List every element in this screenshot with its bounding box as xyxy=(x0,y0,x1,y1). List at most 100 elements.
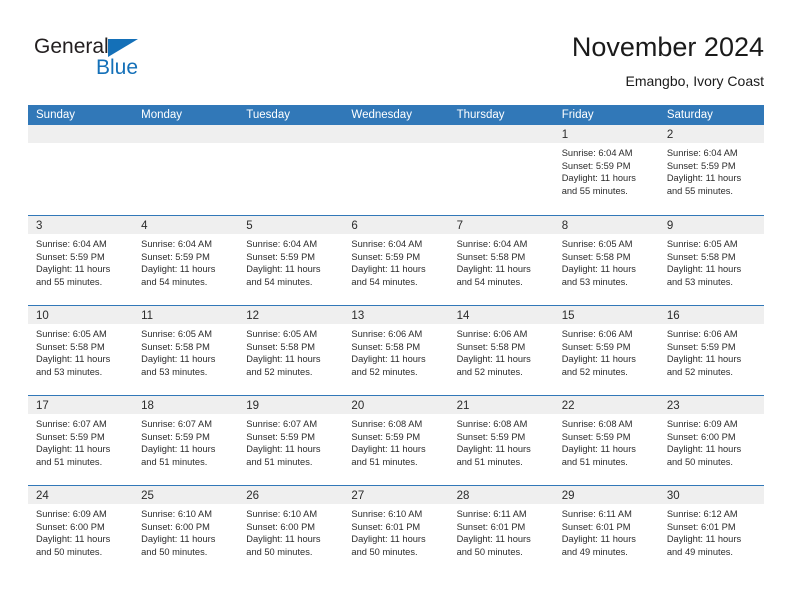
day-number-band xyxy=(448,125,554,143)
day-detail-line: and 53 minutes. xyxy=(141,366,208,377)
day-details xyxy=(449,143,554,147)
day-cell-22[interactable]: 22 Sunrise: 6:08 AM Sunset: 5:59 PM Dayligh… xyxy=(553,396,659,485)
day-detail-line: Sunset: 6:01 PM xyxy=(666,521,736,532)
day-cell-14[interactable]: 14 Sunrise: 6:06 AM Sunset: 5:58 PM Dayligh… xyxy=(448,306,554,395)
day-detail-line: and 52 minutes. xyxy=(561,366,628,377)
day-detail-line: and 49 minutes. xyxy=(561,546,628,557)
day-number-band: 9 xyxy=(658,216,764,234)
calendar-week-row: 3 Sunrise: 6:04 AM Sunset: 5:59 PM Daylight… xyxy=(28,215,764,305)
calendar-weeks: 1 Sunrise: 6:04 AM Sunset: 5:59 PM Daylight… xyxy=(28,125,764,575)
day-detail-line: Sunset: 5:59 PM xyxy=(141,251,210,262)
day-detail-line: Sunrise: 6:06 AM xyxy=(561,329,633,339)
general-blue-logo[interactable]: General Blue xyxy=(34,36,184,88)
day-detail-line: Sunset: 6:00 PM xyxy=(36,521,105,532)
day-cell-20[interactable]: 20 Sunrise: 6:08 AM Sunset: 5:59 PM Dayligh… xyxy=(343,396,449,485)
day-cell-30[interactable]: 30 Sunrise: 6:12 AM Sunset: 6:01 PM Dayligh… xyxy=(658,486,764,575)
day-cell-5[interactable]: 5 Sunrise: 6:04 AM Sunset: 5:59 PM Daylight… xyxy=(238,216,344,305)
day-detail-line: Sunset: 5:58 PM xyxy=(456,251,526,262)
day-details: Sunrise: 6:06 AM Sunset: 5:58 PM Daylight:… xyxy=(449,324,554,378)
day-detail-line: and 51 minutes. xyxy=(246,456,313,467)
calendar-page: General Blue November 2024 Emangbo, Ivor… xyxy=(0,0,792,612)
day-cell-24[interactable]: 24 Sunrise: 6:09 AM Sunset: 6:00 PM Dayligh… xyxy=(28,486,134,575)
day-details xyxy=(238,143,343,147)
day-detail-line: Sunrise: 6:07 AM xyxy=(246,419,318,429)
day-number: 30 xyxy=(666,490,680,502)
day-detail-line: Sunrise: 6:10 AM xyxy=(246,509,318,519)
day-detail-line: Daylight: 11 hours xyxy=(351,444,426,455)
day-detail-line: Daylight: 11 hours xyxy=(561,354,636,365)
day-cell-29[interactable]: 29 Sunrise: 6:11 AM Sunset: 6:01 PM Dayligh… xyxy=(553,486,659,575)
day-cell-18[interactable]: 18 Sunrise: 6:07 AM Sunset: 5:59 PM Dayligh… xyxy=(133,396,239,485)
day-number-band: 21 xyxy=(448,396,554,414)
day-number: 9 xyxy=(666,220,674,232)
day-detail-line: and 52 minutes. xyxy=(666,366,733,377)
day-cell-27[interactable]: 27 Sunrise: 6:10 AM Sunset: 6:01 PM Dayligh… xyxy=(343,486,449,575)
day-number-band: 11 xyxy=(133,306,239,324)
day-cell-28[interactable]: 28 Sunrise: 6:11 AM Sunset: 6:01 PM Dayligh… xyxy=(448,486,554,575)
day-cell-26[interactable]: 26 Sunrise: 6:10 AM Sunset: 6:00 PM Dayligh… xyxy=(238,486,344,575)
day-detail-line: Sunrise: 6:04 AM xyxy=(246,239,318,249)
day-number-band: 17 xyxy=(28,396,134,414)
day-details xyxy=(343,143,448,147)
day-number: 3 xyxy=(36,220,43,232)
day-cell-7[interactable]: 7 Sunrise: 6:04 AM Sunset: 5:58 PM Daylight… xyxy=(448,216,554,305)
day-cell-9[interactable]: 9 Sunrise: 6:05 AM Sunset: 5:58 PM Daylight… xyxy=(658,216,764,305)
day-details: Sunrise: 6:05 AM Sunset: 5:58 PM Daylight:… xyxy=(554,234,659,288)
day-detail-line: and 51 minutes. xyxy=(456,456,523,467)
day-cell-4[interactable]: 4 Sunrise: 6:04 AM Sunset: 5:59 PM Daylight… xyxy=(133,216,239,305)
day-cell-17[interactable]: 17 Sunrise: 6:07 AM Sunset: 5:59 PM Dayligh… xyxy=(28,396,134,485)
day-cell-3[interactable]: 3 Sunrise: 6:04 AM Sunset: 5:59 PM Daylight… xyxy=(28,216,134,305)
day-detail-line: and 51 minutes. xyxy=(351,456,418,467)
day-number: 10 xyxy=(36,310,49,322)
day-number-band: 7 xyxy=(448,216,554,234)
day-cell-empty xyxy=(133,125,239,215)
day-detail-line: Sunrise: 6:05 AM xyxy=(36,329,107,339)
day-number-band: 23 xyxy=(658,396,764,414)
day-cell-13[interactable]: 13 Sunrise: 6:06 AM Sunset: 5:58 PM Dayligh… xyxy=(343,306,449,395)
day-number: 1 xyxy=(561,129,569,141)
day-number-band: 15 xyxy=(553,306,659,324)
day-cell-8[interactable]: 8 Sunrise: 6:05 AM Sunset: 5:58 PM Daylight… xyxy=(553,216,659,305)
day-detail-line: Sunset: 5:58 PM xyxy=(456,341,526,352)
day-cell-16[interactable]: 16 Sunrise: 6:06 AM Sunset: 5:59 PM Dayligh… xyxy=(658,306,764,395)
day-number-band: 29 xyxy=(553,486,659,504)
weekday-header-wednesday: Wednesday xyxy=(351,109,412,121)
day-details: Sunrise: 6:04 AM Sunset: 5:59 PM Daylight:… xyxy=(554,143,659,197)
day-detail-line: Daylight: 11 hours xyxy=(561,444,636,455)
day-number-band: 2 xyxy=(658,125,764,143)
day-detail-line: Daylight: 11 hours xyxy=(36,264,111,275)
day-detail-line: and 51 minutes. xyxy=(141,456,208,467)
day-number: 13 xyxy=(351,310,365,322)
day-cell-21[interactable]: 21 Sunrise: 6:08 AM Sunset: 5:59 PM Dayligh… xyxy=(448,396,554,485)
day-cell-23[interactable]: 23 Sunrise: 6:09 AM Sunset: 6:00 PM Dayligh… xyxy=(658,396,764,485)
logo-word-general: General xyxy=(34,35,109,58)
day-number: 15 xyxy=(561,310,575,322)
day-details: Sunrise: 6:06 AM Sunset: 5:58 PM Daylight:… xyxy=(343,324,448,378)
title-block: November 2024 Emangbo, Ivory Coast xyxy=(572,30,764,92)
day-cell-19[interactable]: 19 Sunrise: 6:07 AM Sunset: 5:59 PM Dayligh… xyxy=(238,396,344,485)
day-cell-11[interactable]: 11 Sunrise: 6:05 AM Sunset: 5:58 PM Dayligh… xyxy=(133,306,239,395)
day-cell-10[interactable]: 10 Sunrise: 6:05 AM Sunset: 5:58 PM Dayligh… xyxy=(28,306,134,395)
day-number: 27 xyxy=(351,490,365,502)
day-detail-line: Sunset: 5:58 PM xyxy=(561,251,631,262)
day-detail-line: Sunrise: 6:08 AM xyxy=(561,419,633,429)
day-detail-line: Sunrise: 6:04 AM xyxy=(456,239,528,249)
day-detail-line: Daylight: 11 hours xyxy=(456,354,531,365)
day-detail-line: Sunset: 5:58 PM xyxy=(36,341,105,352)
day-cell-1[interactable]: 1 Sunrise: 6:04 AM Sunset: 5:59 PM Daylight… xyxy=(553,125,659,215)
day-detail-line: Daylight: 11 hours xyxy=(36,354,111,365)
day-cell-2[interactable]: 2 Sunrise: 6:04 AM Sunset: 5:59 PM Daylight… xyxy=(658,125,764,215)
day-detail-line: Daylight: 11 hours xyxy=(351,354,426,365)
day-cell-25[interactable]: 25 Sunrise: 6:10 AM Sunset: 6:00 PM Dayligh… xyxy=(133,486,239,575)
day-details: Sunrise: 6:08 AM Sunset: 5:59 PM Daylight:… xyxy=(449,414,554,468)
day-detail-line: Sunset: 6:00 PM xyxy=(141,521,210,532)
day-cell-6[interactable]: 6 Sunrise: 6:04 AM Sunset: 5:59 PM Daylight… xyxy=(343,216,449,305)
day-detail-line: Sunset: 5:59 PM xyxy=(666,160,736,171)
day-cell-12[interactable]: 12 Sunrise: 6:05 AM Sunset: 5:58 PM Dayligh… xyxy=(238,306,344,395)
day-number: 14 xyxy=(456,310,470,322)
blue-triangle-icon xyxy=(108,39,138,57)
day-cell-empty xyxy=(28,125,134,215)
day-detail-line: Sunset: 5:58 PM xyxy=(666,251,736,262)
day-cell-15[interactable]: 15 Sunrise: 6:06 AM Sunset: 5:59 PM Dayligh… xyxy=(553,306,659,395)
day-detail-line: Daylight: 11 hours xyxy=(246,534,321,545)
